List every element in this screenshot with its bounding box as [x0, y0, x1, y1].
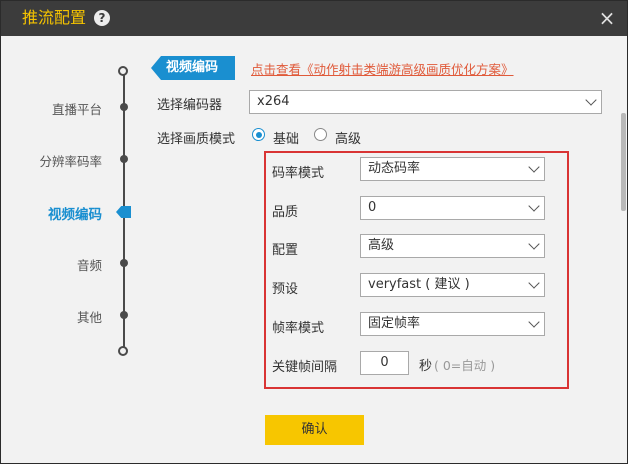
quality-value: 0 — [368, 200, 377, 215]
nav-item-resolution-bitrate[interactable]: 分辨率码率 — [39, 151, 102, 170]
chevron-down-icon — [528, 161, 540, 173]
bitrate-mode-value: 动态码率 — [368, 161, 421, 176]
encoder-select[interactable]: x264 — [249, 90, 602, 114]
radio-basic[interactable] — [252, 128, 265, 141]
preset-select[interactable]: veryfast ( 建议 ) — [360, 273, 545, 297]
quality-label: 品质 — [272, 205, 299, 220]
timeline-dot-other — [120, 311, 128, 319]
quality-mode-label: 选择画质模式 — [157, 132, 236, 147]
framerate-mode-select[interactable]: 固定帧率 — [360, 312, 545, 336]
keyframe-unit: 秒 — [419, 359, 433, 374]
radio-advanced-label[interactable]: 高级 — [335, 128, 361, 147]
bitrate-mode-select[interactable]: 动态码率 — [360, 157, 545, 181]
highlight-box — [264, 151, 569, 389]
timeline-dot-resolution — [120, 155, 128, 163]
nav-item-other[interactable]: 其他 — [77, 307, 102, 326]
nav-item-live-platform[interactable]: 直播平台 — [52, 99, 102, 118]
chevron-down-icon — [528, 200, 540, 212]
keyframe-interval-label: 关键帧间隔 — [272, 360, 338, 375]
nav-item-video-encoding[interactable]: 视频编码 — [48, 203, 102, 223]
timeline-start-ring — [118, 66, 128, 76]
chevron-down-icon — [528, 238, 540, 250]
radio-advanced[interactable] — [314, 128, 327, 141]
timeline-dot-audio — [120, 259, 128, 267]
radio-basic-label[interactable]: 基础 — [273, 128, 299, 147]
keyframe-hint: ( 0=自动 ) — [434, 358, 496, 373]
dialog-title: 推流配置 — [22, 8, 87, 27]
timeline-dot-platform — [120, 103, 128, 111]
keyframe-interval-input[interactable]: 0 — [360, 351, 409, 375]
title-bar: 推流配置 ? × — [1, 1, 627, 36]
confirm-button[interactable]: 确认 — [265, 415, 364, 445]
preset-label: 预设 — [272, 282, 299, 297]
timeline-end-ring — [118, 346, 128, 356]
help-icon[interactable]: ? — [94, 10, 110, 26]
close-icon[interactable]: × — [597, 7, 617, 29]
active-step-marker — [116, 206, 131, 218]
preset-value: veryfast ( 建议 ) — [368, 277, 470, 292]
chevron-down-icon — [528, 277, 540, 289]
quality-select[interactable]: 0 — [360, 196, 545, 220]
optimization-guide-link[interactable]: 点击查看《动作射击类端游高级画质优化方案》 — [251, 59, 514, 78]
stream-config-dialog: 推流配置 ? × 直播平台 分辨率码率 视频编码 音频 其他 视频编码 点击查看… — [0, 0, 628, 464]
profile-select[interactable]: 高级 — [360, 234, 545, 258]
scrollbar[interactable] — [621, 113, 626, 211]
profile-label: 配置 — [272, 243, 299, 258]
framerate-mode-value: 固定帧率 — [368, 316, 421, 331]
chevron-down-icon — [528, 316, 540, 328]
profile-value: 高级 — [368, 238, 395, 253]
chevron-down-icon — [585, 94, 597, 106]
encoder-value: x264 — [257, 94, 290, 109]
section-tag: 视频编码 — [151, 56, 235, 80]
framerate-mode-label: 帧率模式 — [272, 321, 325, 336]
nav-item-audio[interactable]: 音频 — [77, 255, 102, 274]
bitrate-mode-label: 码率模式 — [272, 166, 325, 181]
encoder-label: 选择编码器 — [157, 98, 223, 113]
